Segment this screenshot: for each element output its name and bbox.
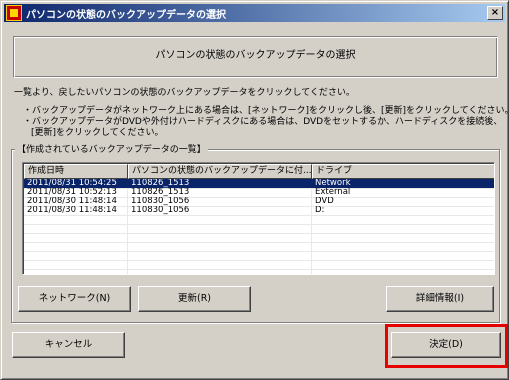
row-drive: Network [315,179,351,188]
row-drive: D: [315,206,325,215]
table-row[interactable]: 2011/08/30 11:48:14 110830_1056 DVD [24,197,494,206]
row-name: 110830_1056 [131,206,190,215]
row-drive: DVD [315,197,334,206]
column-header-drive[interactable]: ドライブ [312,164,494,179]
list-header: 作成日時 パソコンの状態のバックアップデータに付... ドライブ [24,164,494,179]
row-date: 2011/08/31 10:54:25 [27,179,117,188]
network-button[interactable]: ネットワーク(N) [18,286,131,312]
row-name: 110826_1513 [131,188,190,197]
row-name: 110826_1513 [131,179,190,188]
details-button[interactable]: 詳細情報(I) [386,286,494,312]
grid-line [24,251,494,252]
app-icon [6,5,22,21]
instruction-dvd-cont: [更新]をクリックしてください。 [31,128,164,138]
dialog-window: パソコンの状態のバックアップデータの選択 × パソコンの状態のバックアップデータ… [0,0,509,380]
row-date: 2011/08/30 11:48:14 [27,197,117,206]
column-header-date[interactable]: 作成日時 [24,164,128,179]
title-bar[interactable]: パソコンの状態のバックアップデータの選択 × [4,4,505,22]
row-name: 110830_1056 [131,197,190,206]
grid-line [24,269,494,270]
row-date: 2011/08/30 11:48:14 [27,206,117,215]
highlight-frame [385,324,508,368]
row-drive: External [315,188,351,197]
grid-line [24,224,494,225]
table-row[interactable]: 2011/08/31 10:52:13 110826_1513 External [24,188,494,197]
cancel-button[interactable]: キャンセル [12,332,125,358]
row-date: 2011/08/31 10:52:13 [27,188,117,197]
grid-line [24,233,494,234]
header-banner: パソコンの状態のバックアップデータの選択 [13,36,498,78]
close-button[interactable]: × [487,6,503,20]
refresh-button[interactable]: 更新(R) [138,286,251,312]
column-header-name[interactable]: パソコンの状態のバックアップデータに付... [128,164,312,179]
grid-line [24,260,494,261]
grid-line [24,242,494,243]
window-title: パソコンの状態のバックアップデータの選択 [26,10,226,21]
table-row[interactable]: 2011/08/30 11:48:14 110830_1056 D: [24,206,494,215]
backup-listview[interactable]: 作成日時 パソコンの状態のバックアップデータに付... ドライブ 2011/08… [22,162,495,275]
instruction-text: 一覧より、戻したいパソコンの状態のバックアップデータをクリックしてください。 [14,88,355,98]
grid-line [24,215,494,216]
group-label: 【作成されているバックアップデータの一覧】 [15,142,208,155]
table-row[interactable]: 2011/08/31 10:54:25 110826_1513 Network [24,179,494,188]
